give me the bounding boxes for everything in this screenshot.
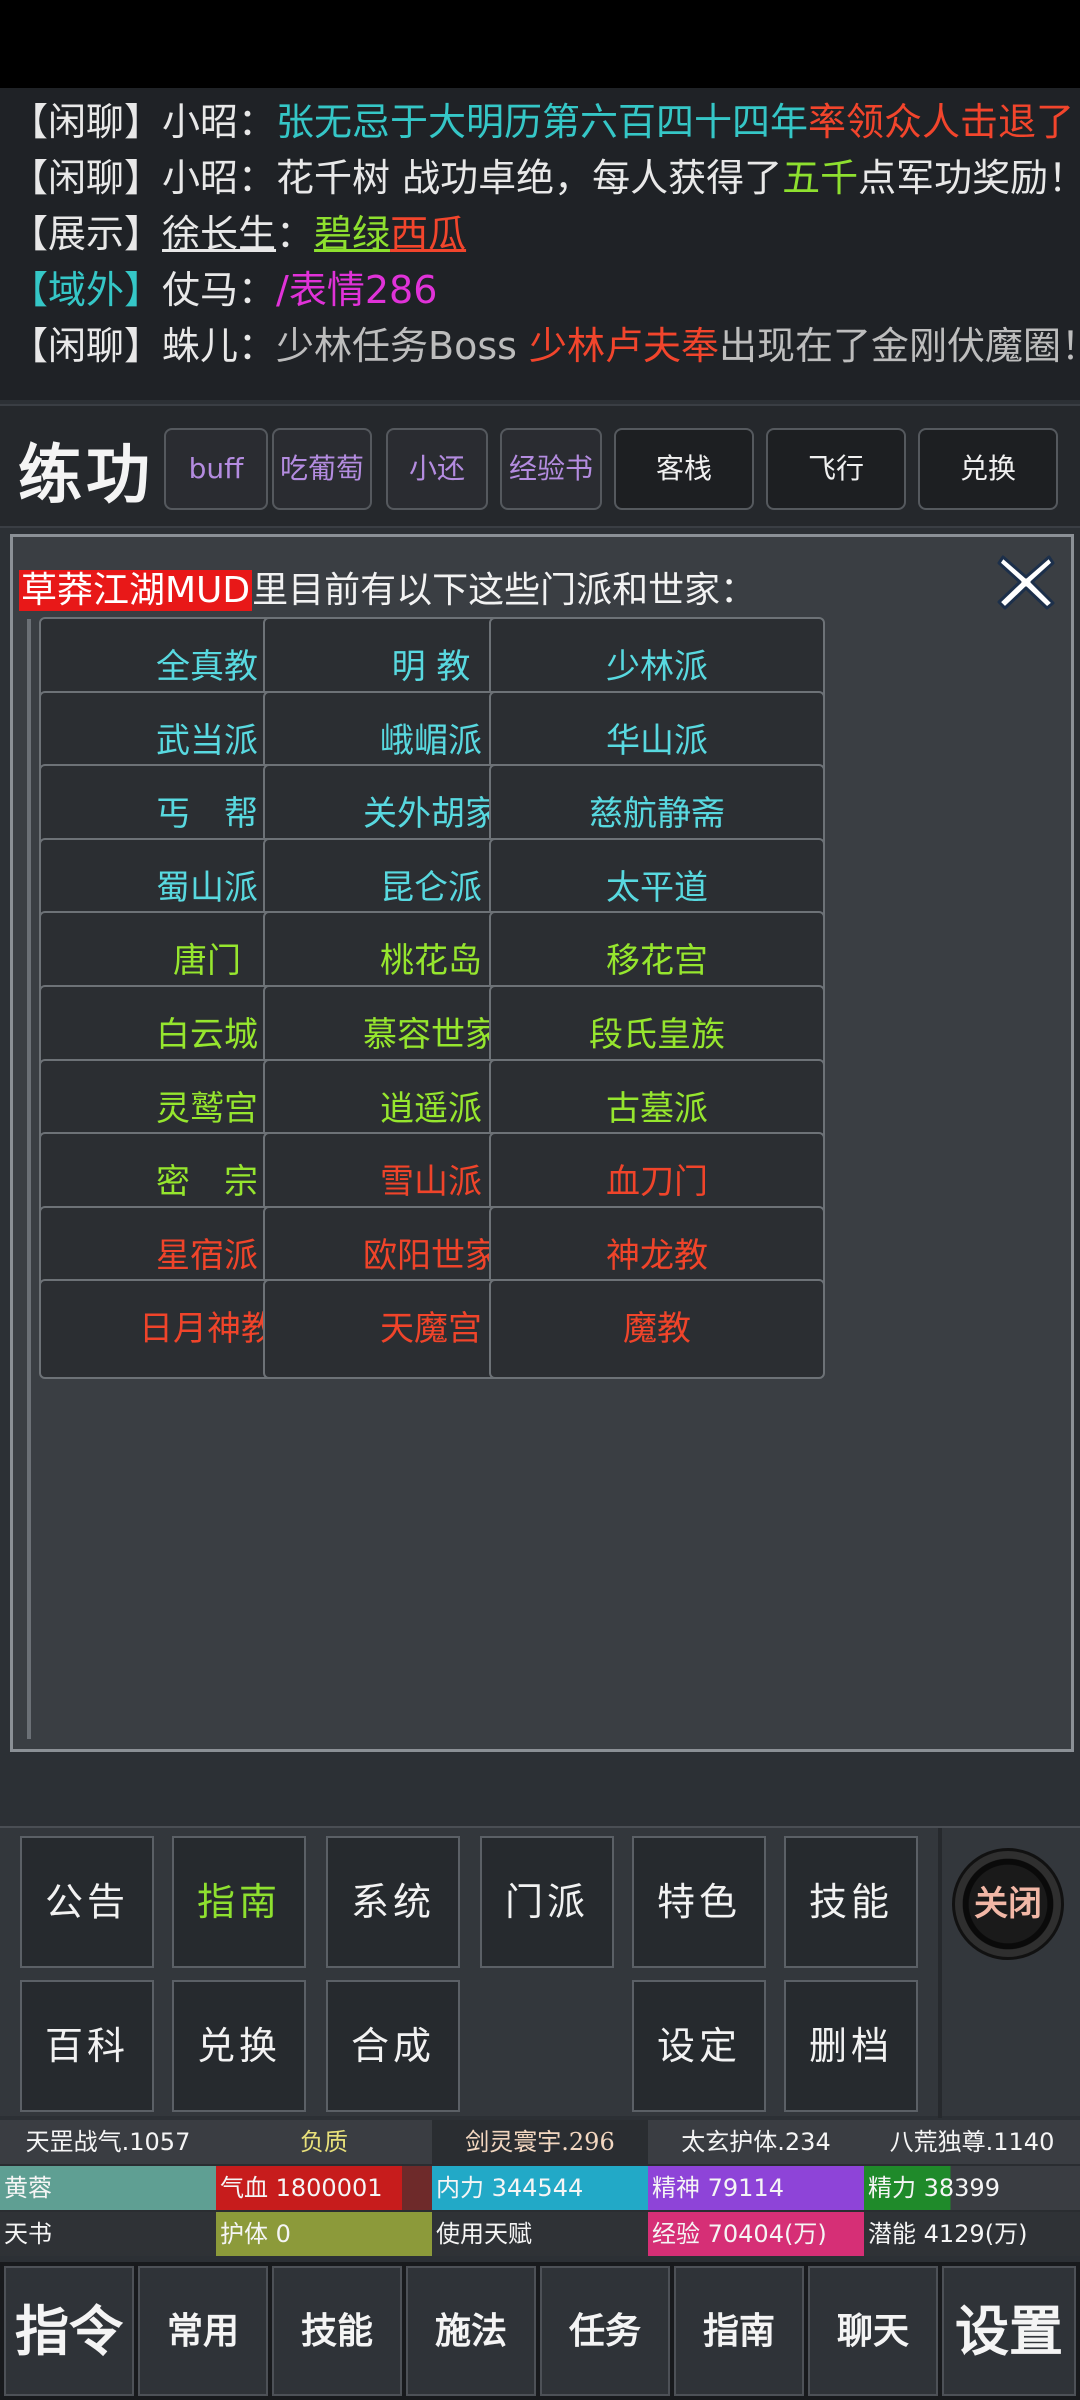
chat-text: 点军功奖励！ — [858, 156, 1080, 200]
chat-speaker[interactable]: 蛛儿： — [162, 324, 276, 368]
menu-faction-button[interactable]: 门派 — [480, 1836, 614, 1968]
nav-command-button[interactable]: 指令 — [4, 2266, 134, 2396]
menu-exchange-button[interactable]: 兑换 — [172, 1980, 306, 2112]
nav-skills-button[interactable]: 技能 — [272, 2266, 402, 2396]
chat-text: 五千 — [782, 156, 859, 200]
stat-potential: 潜能 4129(万) — [864, 2212, 1080, 2256]
stat-buff-1: 天罡战气.1057 — [0, 2120, 216, 2164]
exchange-button[interactable]: 兑换 — [918, 428, 1058, 510]
fly-button[interactable]: 飞行 — [766, 428, 906, 510]
bottom-nav: 指令 常用 技能 施法 任务 指南 聊天 设置 — [0, 2262, 1080, 2400]
chat-line: 【闲聊】小昭：张无忌于大明历第六百四十四年率领众人击退了 — [10, 94, 1074, 150]
eat-grape-button[interactable]: 吃葡萄 — [272, 428, 372, 510]
nav-settings-button[interactable]: 设置 — [942, 2266, 1076, 2396]
chat-line: 【展示】徐长生：碧绿西瓜 — [10, 206, 466, 262]
status-bar — [0, 0, 1080, 88]
chat-channel-tag: 【域外】 — [10, 268, 163, 312]
nav-chat-button[interactable]: 聊天 — [808, 2266, 938, 2396]
nav-guide-button[interactable]: 指南 — [674, 2266, 804, 2396]
chat-text: ： — [276, 212, 315, 256]
close-menu-button[interactable]: 关闭 — [952, 1848, 1064, 1960]
panel-heading-text: 里目前有以下这些门派和世家： — [252, 570, 757, 611]
chat-line: 【闲聊】小昭：花千树 战功卓绝，每人获得了五千点军功奖励！ — [10, 150, 1080, 206]
character-stats: 天罡战气.1057 负质 剑灵寰宇.296 太玄护体.234 八荒独尊.1140… — [0, 2120, 1080, 2256]
nav-cast-button[interactable]: 施法 — [406, 2266, 536, 2396]
faction-button[interactable]: 魔教 — [489, 1279, 825, 1380]
stat-buff-2: 负质 — [216, 2120, 432, 2164]
nav-common-button[interactable]: 常用 — [138, 2266, 268, 2396]
practice-title: 练功 — [18, 438, 154, 513]
menu-features-button[interactable]: 特色 — [632, 1836, 766, 1968]
chat-item-link[interactable]: 西瓜 — [390, 212, 466, 256]
chat-channel-tag: 【闲聊】 — [10, 100, 163, 144]
game-name-highlight: 草莽江湖MUD — [19, 570, 253, 611]
chat-text: 少林卢夫奉 — [529, 324, 720, 368]
chat-text: 率领众人击退了 — [808, 100, 1075, 144]
stat-buff-4: 太玄护体.234 — [648, 2120, 864, 2164]
stat-buff-5: 八荒独尊.1140 — [864, 2120, 1080, 2164]
use-talent-button[interactable]: 使用天赋 — [432, 2212, 648, 2256]
menu-system-button[interactable]: 系统 — [326, 1836, 460, 1968]
menu-guide-button[interactable]: 指南 — [172, 1836, 306, 1968]
character-name: 黄蓉 — [0, 2166, 216, 2210]
exp-book-button[interactable]: 经验书 — [500, 428, 602, 510]
practice-bar: 练功 buff 吃葡萄 小还 经验书 客栈 飞行 兑换 — [0, 404, 1080, 528]
stat-jingli: 精力 38399 — [864, 2166, 1080, 2210]
menu-wiki-button[interactable]: 百科 — [20, 1980, 154, 2112]
chat-line: 【域外】仗马：/表情286 — [10, 262, 437, 318]
xiaohuan-button[interactable]: 小还 — [386, 428, 488, 510]
inn-button[interactable]: 客栈 — [614, 428, 754, 510]
panel-heading: 草莽江湖MUD里目前有以下这些门派和世家： — [19, 561, 756, 613]
chat-speaker[interactable]: 小昭： — [162, 156, 276, 200]
stat-hp: 气血 1800001 — [216, 2166, 432, 2210]
stat-huti: 护体 0 — [216, 2212, 432, 2256]
chat-speaker[interactable]: 小昭： — [162, 100, 276, 144]
chat-text: 少林任务Boss — [276, 324, 530, 368]
buff-button[interactable]: buff — [164, 428, 268, 510]
chat-line: 【闲聊】蛛儿：少林任务Boss 少林卢夫奉出现在了金刚伏魔圈！ — [10, 318, 1080, 374]
chat-channel-tag: 【闲聊】 — [10, 156, 163, 200]
stat-buff-3: 剑灵寰宇.296 — [432, 2120, 648, 2164]
stat-experience: 经验 70404(万) — [648, 2212, 864, 2256]
chat-speaker[interactable]: 仗马： — [162, 268, 276, 312]
chat-speaker[interactable]: 徐长生 — [162, 212, 276, 256]
main-menu: 公告 指南 系统 门派 特色 技能 百科 兑换 合成 设定 删档 关闭 — [0, 1826, 1080, 2118]
chat-text: 张无忌于大明历第六百四十四年 — [276, 100, 809, 144]
menu-synthesis-button[interactable]: 合成 — [326, 1980, 460, 2112]
chat-item-link[interactable]: 碧绿 — [314, 212, 390, 256]
menu-announcement-button[interactable]: 公告 — [20, 1836, 154, 1968]
menu-delete-save-button[interactable]: 删档 — [784, 1980, 918, 2112]
close-icon[interactable] — [995, 551, 1057, 613]
stat-tianshu[interactable]: 天书 — [0, 2212, 216, 2256]
chat-channel-tag: 【展示】 — [10, 212, 163, 256]
chat-emote: /表情286 — [276, 268, 438, 312]
chat-text: 出现在了金刚伏魔圈！ — [719, 324, 1080, 368]
chat-log[interactable]: 【闲聊】小昭：张无忌于大明历第六百四十四年率领众人击退了 【闲聊】小昭：花千树 … — [0, 88, 1080, 400]
chat-text: 花千树 战功卓绝，每人获得了 — [276, 156, 783, 200]
menu-divider — [938, 1828, 942, 2118]
stat-jingshen: 精神 79114 — [648, 2166, 864, 2210]
scrollbar[interactable] — [27, 619, 31, 1739]
chat-channel-tag: 【闲聊】 — [10, 324, 163, 368]
menu-settings-button[interactable]: 设定 — [632, 1980, 766, 2112]
nav-quest-button[interactable]: 任务 — [540, 2266, 670, 2396]
faction-panel: 草莽江湖MUD里目前有以下这些门派和世家： 全真教明 教少林派 武当派 峨嵋派 华山派… — [10, 534, 1074, 1752]
menu-skills-button[interactable]: 技能 — [784, 1836, 918, 1968]
stat-neili: 内力 344544 — [432, 2166, 648, 2210]
